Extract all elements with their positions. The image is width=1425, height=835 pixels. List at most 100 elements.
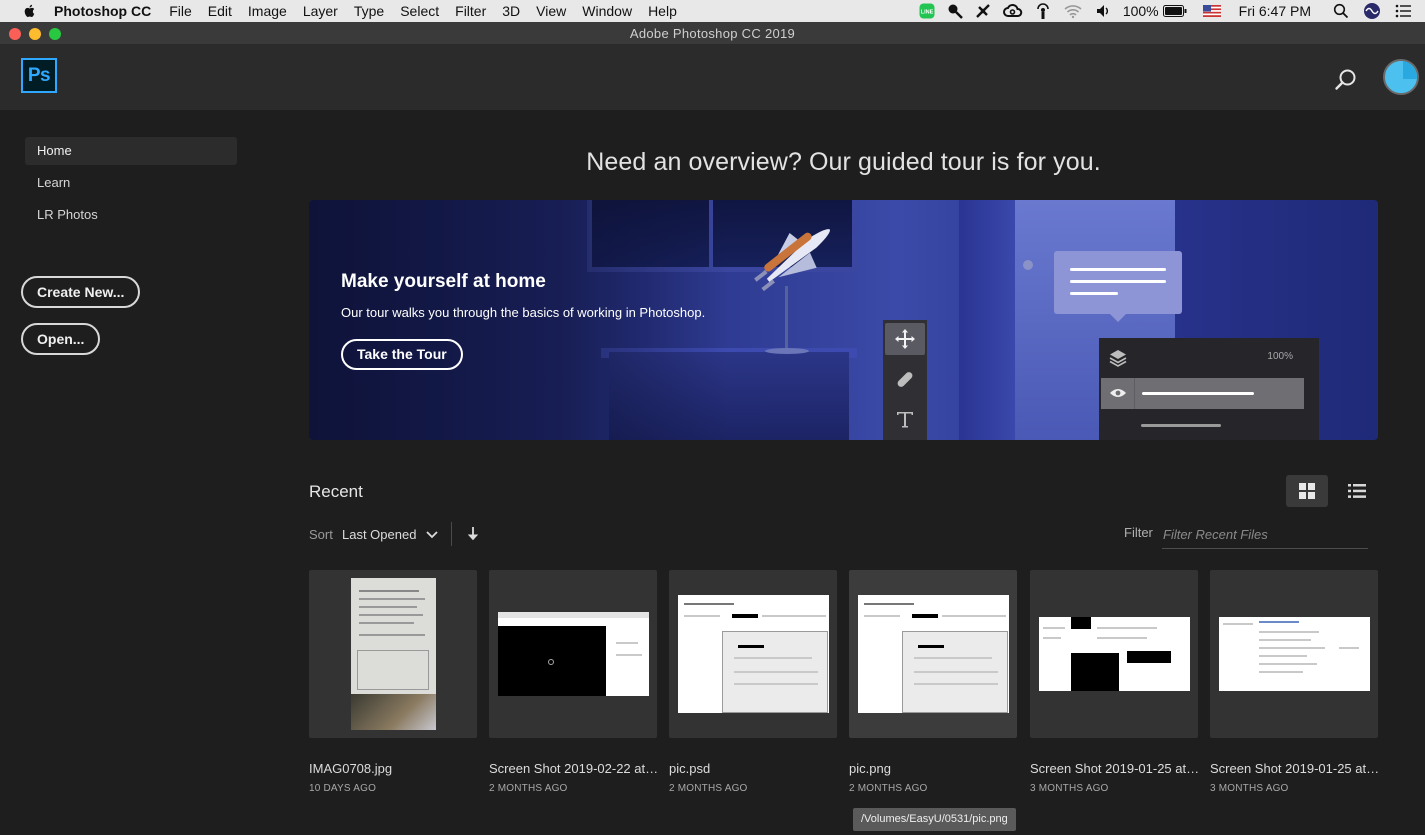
sort-divider xyxy=(451,522,452,546)
filter-label: Filter xyxy=(1124,525,1153,540)
recent-title: Recent xyxy=(309,482,363,501)
chevron-down-icon xyxy=(426,531,439,539)
menu-edit[interactable]: Edit xyxy=(200,0,240,22)
siri-icon[interactable] xyxy=(1363,0,1381,22)
menu-layer[interactable]: Layer xyxy=(295,0,346,22)
move-tool-icon xyxy=(885,323,925,355)
sort-dropdown-value: Last Opened xyxy=(342,526,417,542)
recent-file-card[interactable] xyxy=(1210,570,1378,738)
battery-icon[interactable] xyxy=(1162,0,1187,22)
recent-file-card[interactable] xyxy=(849,570,1017,738)
sort-direction-button[interactable] xyxy=(465,525,481,543)
filter-input[interactable] xyxy=(1162,521,1368,549)
banner-subtitle: Our tour walks you through the basics of… xyxy=(341,305,706,320)
menubar-status-area: LINE 100% Fri 6:47 PM xyxy=(907,0,1425,22)
file-thumbnail xyxy=(497,612,649,696)
grid-view-button[interactable] xyxy=(1286,475,1328,507)
menu-image[interactable]: Image xyxy=(240,0,295,22)
notification-center-icon[interactable] xyxy=(1395,0,1411,22)
avatar[interactable] xyxy=(1383,59,1419,95)
menu-file[interactable]: File xyxy=(161,0,200,22)
recent-file-name[interactable]: Screen Shot 2019-01-25 at 8.... xyxy=(1210,761,1380,776)
line-icon[interactable]: LINE xyxy=(919,0,935,22)
battery-percent: 100% xyxy=(1122,3,1159,19)
tools-icon[interactable] xyxy=(975,0,991,22)
window-title: Adobe Photoshop CC 2019 xyxy=(629,26,796,41)
menu-help[interactable]: Help xyxy=(640,0,685,22)
menu-view[interactable]: View xyxy=(528,0,574,22)
sort-label: Sort xyxy=(309,527,333,542)
recent-file-name[interactable]: pic.png xyxy=(849,761,1019,776)
macos-menubar: Photoshop CC File Edit Image Layer Type … xyxy=(0,0,1425,22)
volume-icon[interactable] xyxy=(1095,0,1111,22)
menu-type[interactable]: Type xyxy=(346,0,392,22)
banner-title: Make yourself at home xyxy=(341,271,546,292)
search-button[interactable] xyxy=(1333,67,1359,93)
wifi-icon[interactable] xyxy=(1063,0,1083,22)
file-thumbnail xyxy=(857,595,1009,713)
banner-text-shade xyxy=(309,200,729,440)
clock[interactable]: Fri 6:47 PM xyxy=(1239,0,1311,22)
layers-icon xyxy=(1109,350,1127,367)
banner-tooltip-card xyxy=(1054,251,1182,322)
recent-file-card[interactable] xyxy=(669,570,837,738)
banner-model-base xyxy=(765,348,809,354)
file-path-tooltip: /Volumes/EasyU/0531/pic.png xyxy=(853,808,1016,831)
recent-file-date: 2 MONTHS AGO xyxy=(849,783,928,794)
creative-cloud-icon[interactable] xyxy=(1002,0,1023,22)
banner-layer-row xyxy=(1101,378,1304,409)
space-shuttle-illustration xyxy=(754,229,830,292)
file-thumbnail xyxy=(1218,617,1370,691)
page-headline: Need an overview? Our guided tour is for… xyxy=(586,148,1101,176)
arrow-down-icon xyxy=(468,527,478,541)
recent-file-date: 3 MONTHS AGO xyxy=(1210,783,1289,794)
file-thumbnail xyxy=(677,595,829,713)
spotlight-icon[interactable] xyxy=(1333,0,1349,22)
open-button[interactable]: Open... xyxy=(21,323,101,355)
menu-app-name[interactable]: Photoshop CC xyxy=(54,0,161,22)
take-the-tour-button[interactable]: Take the Tour xyxy=(341,339,463,370)
recent-file-date: 2 MONTHS AGO xyxy=(669,783,748,794)
recent-file-name[interactable]: Screen Shot 2019-02-22 at 6... xyxy=(489,761,659,776)
file-thumbnail xyxy=(350,578,436,730)
recent-file-date: 3 MONTHS AGO xyxy=(1030,783,1109,794)
sidebar-item-lr-photos[interactable]: LR Photos xyxy=(25,201,237,229)
bandage-icon xyxy=(885,363,925,395)
photoshop-logo: Ps xyxy=(21,58,57,93)
svg-text:LINE: LINE xyxy=(921,10,934,16)
list-view-icon xyxy=(1348,484,1366,498)
banner-door-frame xyxy=(959,200,1017,440)
banner-layers-panel: 100% xyxy=(1099,338,1319,440)
airplay-icon[interactable] xyxy=(1035,0,1051,22)
sidebar-item-learn[interactable]: Learn xyxy=(25,169,237,197)
eye-icon xyxy=(1110,389,1126,397)
search-icon xyxy=(1335,69,1356,90)
sidebar-item-home[interactable]: Home xyxy=(25,137,237,165)
apple-icon[interactable] xyxy=(20,3,40,19)
list-view-button[interactable] xyxy=(1336,475,1378,507)
layers-opacity-value: 100% xyxy=(1267,351,1293,362)
create-new-button[interactable]: Create New... xyxy=(21,276,141,308)
menu-window[interactable]: Window xyxy=(574,0,640,22)
recent-file-name[interactable]: IMAG0708.jpg xyxy=(309,761,479,776)
menu-select[interactable]: Select xyxy=(392,0,447,22)
recent-file-date: 10 DAYS AGO xyxy=(309,783,377,794)
us-flag-icon[interactable] xyxy=(1202,0,1221,22)
magnifier-tool-icon[interactable] xyxy=(947,0,963,22)
grid-view-icon xyxy=(1299,483,1315,499)
type-tool-icon xyxy=(885,403,925,435)
recent-file-card[interactable] xyxy=(1030,570,1198,738)
banner-door-knob xyxy=(1023,260,1033,270)
recent-file-name[interactable]: pic.psd xyxy=(669,761,839,776)
recent-file-card[interactable] xyxy=(309,570,477,738)
sort-dropdown[interactable]: Last Opened xyxy=(342,523,440,545)
menu-3d[interactable]: 3D xyxy=(494,0,528,22)
recent-file-card[interactable] xyxy=(489,570,657,738)
window-title-bar: Adobe Photoshop CC 2019 xyxy=(0,22,1425,45)
banner-tools-panel xyxy=(883,320,927,440)
menu-filter[interactable]: Filter xyxy=(447,0,494,22)
app-header: Ps xyxy=(0,45,1425,110)
file-thumbnail xyxy=(1038,617,1190,691)
recent-file-name[interactable]: Screen Shot 2019-01-25 at 8.... xyxy=(1030,761,1200,776)
recent-file-date: 2 MONTHS AGO xyxy=(489,783,568,794)
